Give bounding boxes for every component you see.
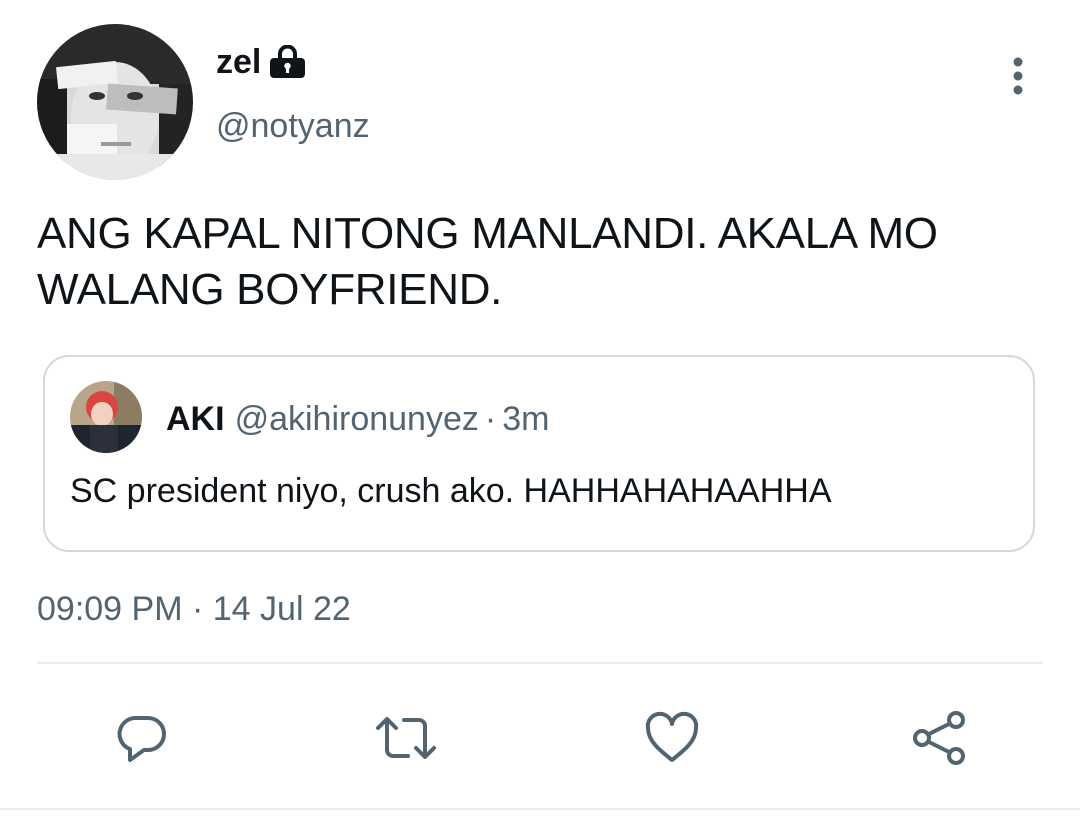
reply-button[interactable] [110,706,174,770]
share-button[interactable] [906,706,970,770]
quoted-avatar-image [70,381,142,453]
quoted-text: SC president niyo, crush ako. HAHHAHAHAA… [70,472,832,510]
more-options-icon[interactable] [1000,56,1036,96]
like-icon [645,711,699,762]
quoted-age: 3m [502,400,550,438]
retweet-button[interactable] [374,706,438,770]
share-icon [913,711,965,765]
protected-lock-icon [269,44,306,79]
divider [37,662,1043,664]
tweet-text: ANG KAPAL NITONG MANLANDI. AKALA MO WALA… [37,209,938,314]
tweet-date: 14 Jul 22 [212,590,351,628]
author-name-row: zel [216,40,306,84]
quoted-separator: · [484,400,497,438]
author-avatar-image [37,24,193,180]
quoted-header: AKI @akihironunyez · 3m [166,397,549,441]
quoted-tweet-card[interactable]: AKI @akihironunyez · 3m SC president niyo, … [43,355,1035,552]
reply-icon [117,715,166,762]
quoted-display-name: AKI [166,400,225,438]
retweet-icon [376,717,436,759]
like-button[interactable] [640,706,704,770]
quoted-handle: @akihironunyez [234,400,479,438]
author-display-name[interactable]: zel [216,40,261,84]
quoted-author-avatar[interactable] [70,381,142,453]
tweet-timestamp[interactable]: 09:09 PM · 14 Jul 22 [37,587,351,631]
author-avatar[interactable] [37,24,193,180]
bottom-divider [0,808,1080,810]
timestamp-separator: · [191,590,204,628]
tweet-time: 09:09 PM [37,590,183,628]
author-handle[interactable]: @notyanz [216,104,370,148]
